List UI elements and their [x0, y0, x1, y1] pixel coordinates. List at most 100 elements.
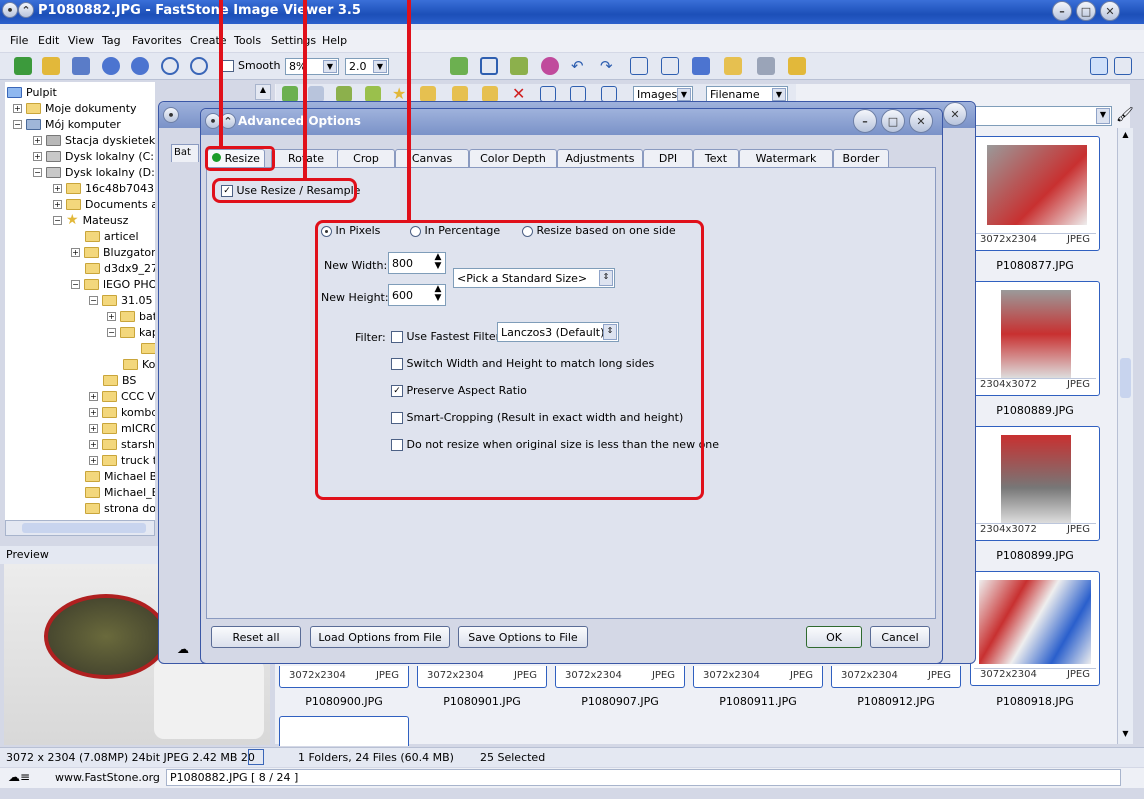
- filmstrip-icon[interactable]: [661, 57, 679, 75]
- expand-icon[interactable]: +: [71, 247, 80, 257]
- tree-horizontal-scrollbar[interactable]: [5, 520, 155, 536]
- app-menu-icon[interactable]: •: [2, 2, 18, 18]
- thumbnail[interactable]: 3072x2304 JPEG: [970, 571, 1100, 686]
- expand-icon[interactable]: +: [53, 183, 62, 193]
- ok-button[interactable]: OK: [806, 626, 862, 648]
- menu-help[interactable]: Help: [322, 34, 347, 47]
- smooth-checkbox[interactable]: [222, 60, 234, 72]
- minimize-button[interactable]: –: [1052, 1, 1072, 21]
- draw-icon[interactable]: [510, 57, 528, 75]
- forward-icon[interactable]: [308, 86, 324, 102]
- thumbnail[interactable]: 2304x3072 JPEG: [970, 281, 1100, 396]
- tree-item[interactable]: − lEGO PHOT: [71, 276, 155, 292]
- rotate-right-icon[interactable]: ↷: [600, 57, 618, 75]
- list-view-icon[interactable]: [570, 86, 586, 102]
- scrollbar-thumb[interactable]: [22, 523, 146, 533]
- dialog-maximize-button[interactable]: □: [881, 109, 905, 133]
- reset-all-button[interactable]: Reset all: [211, 626, 301, 648]
- tree-item[interactable]: Michael Bub: [85, 468, 155, 484]
- brush-icon[interactable]: 🖌: [1116, 107, 1134, 125]
- menu-file[interactable]: File: [10, 34, 28, 47]
- slideshow-icon[interactable]: [692, 57, 710, 75]
- expand-icon[interactable]: +: [107, 311, 116, 321]
- collapse-icon[interactable]: −: [71, 279, 80, 289]
- tab-color-depth[interactable]: Color Depth: [469, 149, 557, 167]
- thumbnail[interactable]: 3072x2304 JPEG: [555, 666, 685, 688]
- rotate-left-icon[interactable]: ↶: [571, 57, 589, 75]
- tab-border[interactable]: Border: [833, 149, 889, 167]
- menu-edit[interactable]: Edit: [38, 34, 59, 47]
- tree-item[interactable]: [141, 340, 155, 356]
- expand-icon[interactable]: +: [13, 103, 22, 113]
- tree-item[interactable]: + starship: [89, 436, 155, 452]
- fullscreen-icon[interactable]: [1114, 57, 1132, 75]
- menu-favorites[interactable]: Favorites: [132, 34, 182, 47]
- open-folder-icon[interactable]: [14, 57, 32, 75]
- expand-icon[interactable]: +: [89, 407, 98, 417]
- new-folder-icon[interactable]: [420, 86, 436, 102]
- thumbnail[interactable]: [279, 716, 409, 746]
- collapse-icon[interactable]: −: [53, 215, 62, 225]
- menu-settings[interactable]: Settings: [271, 34, 316, 47]
- zoom-out-icon[interactable]: [190, 57, 208, 75]
- dialog-minimize-button[interactable]: –: [853, 109, 877, 133]
- layout-icon[interactable]: [1090, 57, 1108, 75]
- tree-item[interactable]: − kap: [107, 324, 155, 340]
- app-chevron-icon[interactable]: ⌃: [18, 2, 34, 18]
- tree-scroll-up-icon[interactable]: ▲: [255, 84, 271, 100]
- expand-icon[interactable]: +: [89, 391, 98, 401]
- up-folder-icon[interactable]: [336, 86, 352, 102]
- tree-item[interactable]: + Bluzgator 1: [71, 244, 155, 260]
- tree-item[interactable]: − 31.05: [89, 292, 153, 308]
- dialog-close-button[interactable]: ✕: [909, 109, 933, 133]
- tree-item[interactable]: articel: [85, 228, 139, 244]
- expand-icon[interactable]: +: [33, 151, 42, 161]
- tree-item[interactable]: d3dx9_27.: [85, 260, 155, 276]
- collapse-icon[interactable]: −: [13, 119, 22, 129]
- tab-adjustments[interactable]: Adjustments: [557, 149, 643, 167]
- thumbnail[interactable]: 3072x2304 JPEG: [970, 136, 1100, 251]
- expand-icon[interactable]: +: [33, 135, 42, 145]
- tree-item[interactable]: +16c48b704311: [53, 180, 155, 196]
- batch-tab[interactable]: Bat: [171, 144, 199, 162]
- tree-item[interactable]: + CCC VI: [89, 388, 155, 404]
- expand-icon[interactable]: +: [89, 455, 98, 465]
- scroll-up-icon[interactable]: ▲: [1119, 130, 1132, 143]
- tree-item[interactable]: + Documents and: [53, 196, 155, 212]
- batch-dialog-menu-icon[interactable]: •: [163, 107, 179, 123]
- tab-watermark[interactable]: Watermark: [739, 149, 833, 167]
- folder-icon[interactable]: [42, 57, 60, 75]
- settings-icon[interactable]: [788, 57, 806, 75]
- tree-item[interactable]: − ★ Mateusz: [53, 212, 128, 228]
- tree-item[interactable]: strona do k: [85, 500, 155, 516]
- tree-item[interactable]: + Dysk lokalny (C:): [33, 148, 155, 164]
- thumbnail[interactable]: 3072x2304 JPEG: [831, 666, 961, 688]
- refresh-icon[interactable]: [365, 86, 381, 102]
- ratio-select[interactable]: 2.0 ▼: [345, 58, 389, 75]
- menu-view[interactable]: View: [68, 34, 94, 47]
- copy-to-icon[interactable]: [452, 86, 468, 102]
- cancel-button[interactable]: Cancel: [870, 626, 930, 648]
- crop-icon[interactable]: [480, 57, 498, 75]
- zoom-in-icon[interactable]: [161, 57, 179, 75]
- fit-icon[interactable]: [450, 57, 468, 75]
- maximize-button[interactable]: □: [1076, 1, 1096, 21]
- tab-dpi[interactable]: DPI: [643, 149, 693, 167]
- fit-window-icon[interactable]: [248, 749, 264, 765]
- save-icon[interactable]: [72, 57, 90, 75]
- red-eye-icon[interactable]: [541, 57, 559, 75]
- expand-icon[interactable]: +: [89, 423, 98, 433]
- tree-item[interactable]: Kop: [123, 356, 155, 372]
- tree-item[interactable]: + kombq: [89, 404, 155, 420]
- tree-item[interactable]: − Mój komputer: [13, 116, 121, 132]
- previous-icon[interactable]: [102, 57, 120, 75]
- scrollbar-thumb[interactable]: [1120, 358, 1131, 398]
- zoom-select[interactable]: 8% ▼: [285, 58, 339, 75]
- next-icon[interactable]: [131, 57, 149, 75]
- collapse-icon[interactable]: −: [33, 167, 42, 177]
- thumbnail-scrollbar[interactable]: ▲ ▼: [1117, 128, 1133, 744]
- back-icon[interactable]: [282, 86, 298, 102]
- website-link[interactable]: www.FastStone.org: [55, 771, 160, 784]
- thumbnail[interactable]: 2304x3072 JPEG: [970, 426, 1100, 541]
- thumbnail[interactable]: 3072x2304 JPEG: [279, 666, 409, 688]
